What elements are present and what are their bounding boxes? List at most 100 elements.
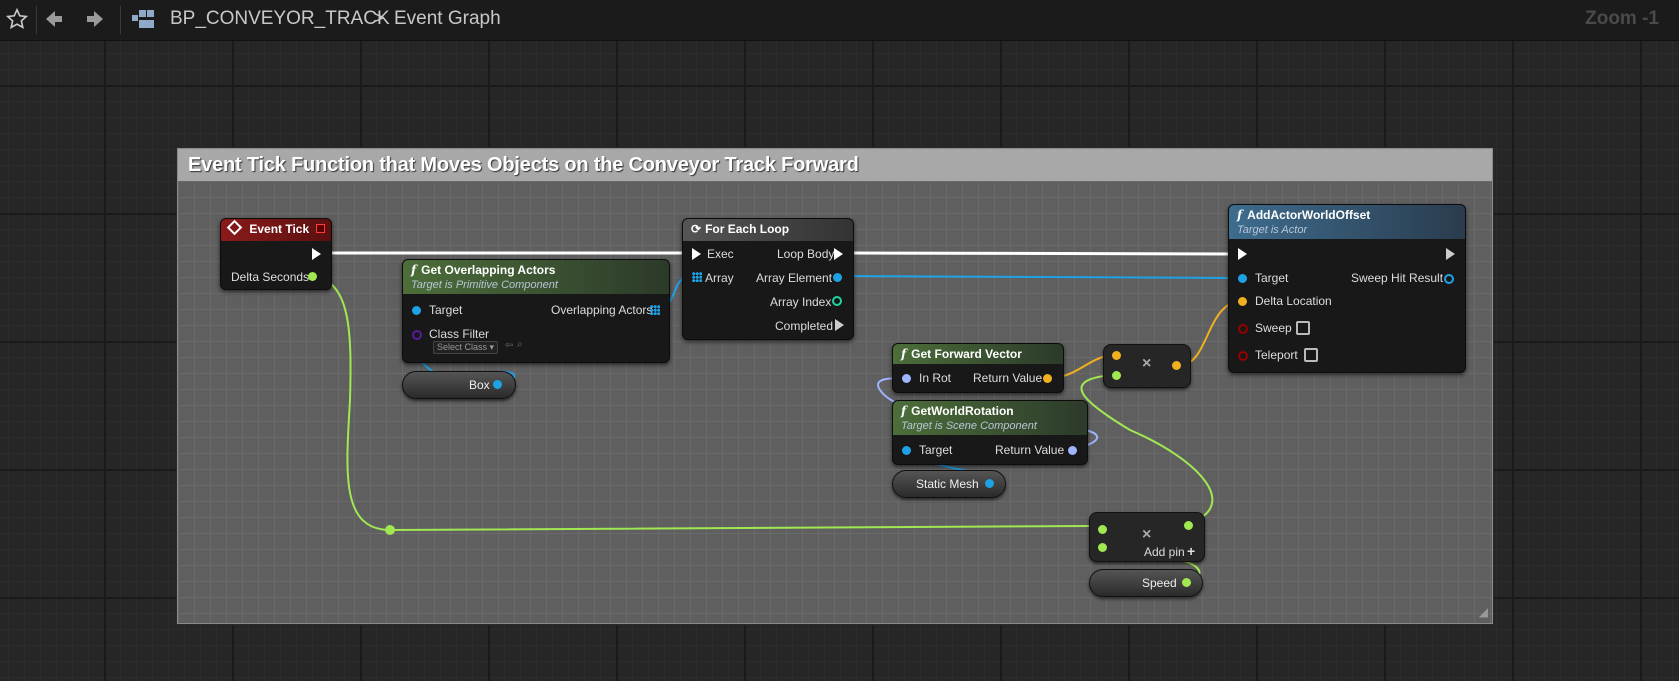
get-overlapping-actors-header[interactable]: f Get Overlapping Actors Target is Primit… [403, 260, 669, 294]
get-forward-vector-node[interactable]: f Get Forward Vector In Rot Return Value [892, 343, 1064, 393]
box-output-pin[interactable] [493, 380, 502, 389]
sweep-label: Sweep [1255, 321, 1292, 335]
add-actor-world-offset-title: AddActorWorldOffset [1247, 208, 1371, 222]
get-forward-vector-title: Get Forward Vector [911, 347, 1022, 361]
add-actor-world-offset-node[interactable]: f AddActorWorldOffset Target is Actor Tar… [1228, 204, 1466, 373]
breadcrumb-event-graph[interactable]: Event Graph [394, 8, 501, 30]
static-mesh-label: Static Mesh [916, 477, 979, 491]
float-b-pin[interactable] [1098, 543, 1107, 552]
array-grid-icon[interactable] [650, 305, 660, 315]
delegate-pin-icon[interactable] [316, 224, 325, 233]
target-pin[interactable] [902, 446, 911, 455]
for-each-loop-header[interactable]: ⟳ For Each Loop [683, 219, 853, 241]
overlapping-actors-label: Overlapping Actors [551, 303, 653, 317]
target-label: Target [919, 443, 953, 457]
for-each-loop-node[interactable]: ⟳ For Each Loop Exec Loop Body Array Arra… [682, 218, 854, 340]
completed-label: Completed [775, 319, 834, 333]
event-tick-title: Event Tick [249, 222, 310, 236]
target-pin[interactable] [1238, 274, 1247, 283]
exec-out-pin[interactable] [1446, 248, 1455, 260]
get-overlapping-actors-title: Get Overlapping Actors [421, 263, 556, 277]
sweep-checkbox[interactable] [1296, 321, 1310, 335]
loop-body-pin[interactable] [834, 248, 843, 260]
get-overlapping-actors-subtitle: Target is Primitive Component [411, 279, 558, 291]
function-icon: f [1237, 208, 1243, 222]
delta-seconds-pin[interactable] [308, 272, 317, 281]
get-world-rotation-header[interactable]: f GetWorldRotation Target is Scene Compon… [893, 401, 1087, 435]
event-tick-header[interactable]: Event Tick [221, 219, 331, 241]
box-variable-node[interactable]: Box [402, 371, 516, 399]
array-index-pin[interactable] [832, 296, 842, 306]
event-diamond-icon [226, 219, 243, 236]
toolbar-separator [120, 6, 121, 34]
rotation-return-pin[interactable] [1068, 446, 1077, 455]
add-actor-world-offset-header[interactable]: f AddActorWorldOffset Target is Actor [1229, 205, 1465, 239]
static-mesh-variable-node[interactable]: Static Mesh [892, 470, 1006, 498]
event-tick-node[interactable]: Event Tick Delta Seconds [220, 218, 332, 290]
return-value-label: Return Value [973, 371, 1043, 385]
array-element-label: Array Element [756, 271, 833, 285]
for-each-loop-title: For Each Loop [705, 222, 790, 236]
array-label: Array [705, 271, 734, 285]
sweep-hit-result-pin[interactable] [1444, 274, 1454, 284]
completed-pin[interactable] [835, 319, 844, 331]
exec-in-pin[interactable] [692, 248, 701, 260]
favorite-star-icon[interactable] [6, 8, 28, 30]
target-label: Target [1255, 271, 1289, 285]
multiply-vector-output-pin[interactable] [1172, 361, 1181, 370]
search-icon[interactable]: ⌕ [517, 339, 523, 350]
breadcrumb-blueprint[interactable]: BP_CONVEYOR_TRACK [170, 8, 390, 30]
speed-variable-node[interactable]: Speed [1089, 569, 1203, 597]
get-forward-vector-header[interactable]: f Get Forward Vector [893, 344, 1063, 364]
return-value-label: Return Value [995, 443, 1065, 457]
target-pin[interactable] [412, 306, 421, 315]
multiply-float-output-pin[interactable] [1184, 521, 1193, 530]
float-a-pin[interactable] [1098, 525, 1107, 534]
box-label: Box [469, 378, 490, 392]
function-icon: f [901, 404, 907, 418]
sweep-pin[interactable] [1238, 324, 1248, 334]
toolbar-separator [36, 6, 37, 34]
vector-a-pin[interactable] [1112, 351, 1121, 360]
teleport-pin[interactable] [1238, 351, 1248, 361]
exec-out-pin[interactable] [312, 248, 321, 260]
select-class-dropdown[interactable]: Select Class ▾ [433, 341, 499, 354]
add-actor-world-offset-subtitle: Target is Actor [1237, 224, 1308, 236]
in-rot-pin[interactable] [902, 374, 911, 383]
speed-output-pin[interactable] [1182, 578, 1191, 587]
browse-arrow-icon[interactable]: ⇦ [505, 340, 513, 351]
select-class-text: Select Class [437, 342, 488, 352]
float-b-pin[interactable] [1112, 371, 1121, 380]
get-world-rotation-subtitle: Target is Scene Component [901, 420, 1037, 432]
multiply-float-node[interactable]: × Add pin + [1089, 512, 1205, 562]
class-filter-label: Class Filter [429, 327, 490, 341]
forward-arrow-icon[interactable] [85, 9, 105, 29]
sweep-hit-result-label: Sweep Hit Result [1351, 271, 1444, 285]
exec-in-pin[interactable] [1238, 248, 1247, 260]
zoom-level: Zoom -1 [1585, 8, 1659, 29]
array-grid-icon[interactable] [692, 272, 702, 282]
blueprint-graph-icon [131, 9, 155, 29]
class-filter-pin[interactable] [412, 330, 422, 340]
loop-icon: ⟳ [691, 222, 702, 236]
get-world-rotation-title: GetWorldRotation [911, 404, 1014, 418]
get-world-rotation-node[interactable]: f GetWorldRotation Target is Scene Compon… [892, 400, 1088, 465]
multiply-icon: × [1142, 526, 1152, 543]
static-mesh-output-pin[interactable] [985, 479, 994, 488]
add-pin-plus-icon[interactable]: + [1187, 543, 1195, 559]
forward-return-pin[interactable] [1043, 374, 1052, 383]
comment-title[interactable]: Event Tick Function that Moves Objects o… [178, 149, 1492, 181]
get-overlapping-actors-node[interactable]: f Get Overlapping Actors Target is Primit… [402, 259, 670, 363]
speed-label: Speed [1142, 576, 1177, 590]
add-pin-label[interactable]: Add pin [1144, 545, 1185, 559]
array-index-label: Array Index [770, 295, 832, 309]
resize-handle-icon[interactable]: ◢ [1479, 605, 1488, 619]
graph-toolbar: BP_CONVEYOR_TRACK > Event Graph Zoom -1 [0, 0, 1679, 41]
target-label: Target [429, 303, 463, 317]
delta-location-label: Delta Location [1255, 294, 1332, 308]
delta-location-pin[interactable] [1238, 297, 1247, 306]
array-element-pin[interactable] [833, 273, 842, 282]
back-arrow-icon[interactable] [44, 9, 64, 29]
teleport-checkbox[interactable] [1304, 348, 1318, 362]
multiply-vector-node[interactable]: × [1103, 344, 1191, 388]
